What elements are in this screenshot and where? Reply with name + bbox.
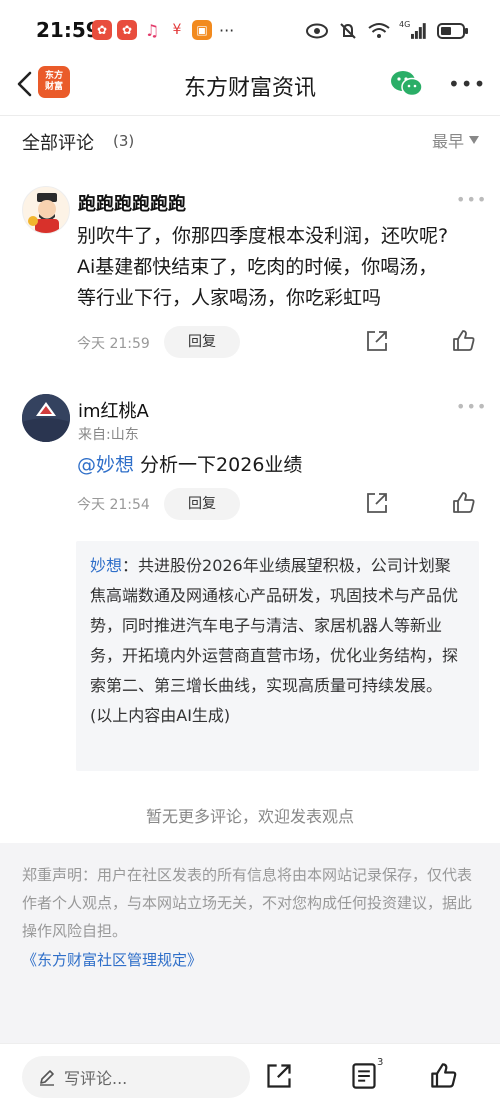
- card-avatar-icon: [22, 394, 70, 442]
- status-time: 21:59: [36, 18, 100, 42]
- app-notification-icon: ¥: [167, 20, 187, 40]
- app-notification-icon: ✿: [92, 20, 112, 40]
- comment-count-badge: 3: [377, 1057, 384, 1068]
- app-notification-icon: ▣: [192, 20, 212, 40]
- avatar[interactable]: [22, 186, 70, 234]
- comment-username[interactable]: im红桃A: [78, 397, 149, 423]
- share-icon: [267, 1064, 291, 1088]
- eye-icon: [306, 20, 328, 42]
- share-button[interactable]: [365, 329, 391, 355]
- page-title: 东方财富资讯: [183, 76, 316, 101]
- sort-button[interactable]: 最早: [432, 128, 480, 152]
- ai-reply-box: 妙想：共进股份2026年业绩展望积极，公司计划聚焦高端数通及网通核心产品研发，巩…: [76, 541, 479, 771]
- ai-generated-note: (以上内容由AI生成): [90, 706, 231, 725]
- battery-icon: [436, 20, 470, 42]
- write-comment-placeholder: 写评论...: [64, 1069, 128, 1088]
- caret-down-icon: [469, 136, 479, 144]
- ai-reply-name[interactable]: 妙想: [90, 556, 122, 575]
- comment-location: 来自:山东: [78, 427, 139, 443]
- sort-label: 最早: [431, 132, 464, 151]
- comment-line: 别吹牛了，你那四季度根本没利润，还吹呢?: [77, 225, 449, 247]
- share-button[interactable]: [265, 1062, 295, 1092]
- comment-more-button[interactable]: •••: [456, 190, 487, 209]
- write-comment-input[interactable]: 写评论...: [22, 1056, 250, 1098]
- disclaimer-text: 郑重声明：用户在社区发表的所有信息将由本网站记录保存，仅代表作者个人观点，与本网…: [22, 866, 473, 940]
- no-more-comments: 暂无更多评论，欢迎发表观点: [145, 807, 354, 826]
- thumbs-up-icon: [431, 1063, 457, 1088]
- comment-line: 等行业下行，人家喝汤，你吃彩虹吗: [77, 287, 382, 309]
- reply-button[interactable]: 回复: [164, 488, 240, 520]
- status-right: 4G: [306, 20, 470, 42]
- thumbs-up-icon: [453, 330, 475, 351]
- status-app-icons: ✿ ✿ ♫ ¥ ▣ ···: [92, 20, 234, 40]
- app-notification-icon: ✿: [117, 20, 137, 40]
- ai-reply-text: 妙想：共进股份2026年业绩展望积极，公司计划聚焦高端数通及网通核心产品研发，巩…: [90, 551, 465, 701]
- share-button[interactable]: [365, 491, 391, 517]
- music-icon: ♫: [142, 20, 162, 40]
- signal-icon: 4G: [399, 20, 427, 42]
- comment-text: @妙想 分析一下2026业绩: [77, 450, 302, 481]
- fortune-god-avatar-icon: [28, 193, 59, 233]
- community-rules-link[interactable]: 《东方财富社区管理规定》: [22, 947, 478, 973]
- bottom-bar: 写评论... 3: [0, 1043, 500, 1108]
- like-button[interactable]: [452, 329, 478, 355]
- status-bar: 21:59 ✿ ✿ ♫ ¥ ▣ ··· 4G: [0, 0, 500, 62]
- comment-text: 别吹牛了，你那四季度根本没利润，还吹呢? Ai基建都快结束了，吃肉的时候，你喝汤…: [77, 221, 448, 314]
- wechat-share-button[interactable]: [390, 70, 424, 98]
- pencil-icon: [40, 1070, 54, 1086]
- comments-count: (3): [113, 132, 135, 150]
- mention-link[interactable]: @妙想: [77, 454, 134, 476]
- comments-button[interactable]: [350, 1062, 380, 1092]
- comments-header: 全部评论 (3) 最早: [0, 122, 500, 160]
- like-button[interactable]: [452, 491, 478, 517]
- header-divider: [0, 115, 500, 116]
- network-label: 4G: [399, 20, 411, 29]
- comment-time: 今天 21:59: [77, 336, 150, 352]
- comment-time: 今天 21:54: [77, 497, 150, 513]
- thumbs-up-icon: [453, 492, 475, 513]
- reply-button[interactable]: 回复: [164, 326, 240, 358]
- comments-title: 全部评论: [22, 133, 94, 154]
- more-options-button[interactable]: •••: [448, 72, 485, 96]
- comment-more-button[interactable]: •••: [456, 397, 487, 416]
- share-icon: [367, 331, 387, 351]
- mute-icon: [337, 20, 359, 42]
- ai-reply-body: ：共进股份2026年业绩展望积极，公司计划聚焦高端数通及网通核心产品研发，巩固技…: [90, 556, 459, 695]
- like-article-button[interactable]: [430, 1062, 460, 1092]
- comment-username[interactable]: 跑跑跑跑跑跑: [78, 190, 186, 216]
- comment-list-icon: [352, 1063, 376, 1089]
- app-header: 东方 财富 东方财富资讯 •••: [0, 62, 500, 108]
- comment-body: 分析一下2026业绩: [134, 454, 303, 476]
- wifi-icon: [368, 20, 390, 42]
- disclaimer-area: 郑重声明：用户在社区发表的所有信息将由本网站记录保存，仅代表作者个人观点，与本网…: [0, 843, 500, 1043]
- share-icon: [367, 493, 387, 513]
- more-notifications-icon: ···: [219, 20, 235, 40]
- wechat-icon: [391, 71, 423, 97]
- comment-line: Ai基建都快结束了，吃肉的时候，你喝汤，: [77, 256, 438, 278]
- avatar[interactable]: [22, 394, 70, 442]
